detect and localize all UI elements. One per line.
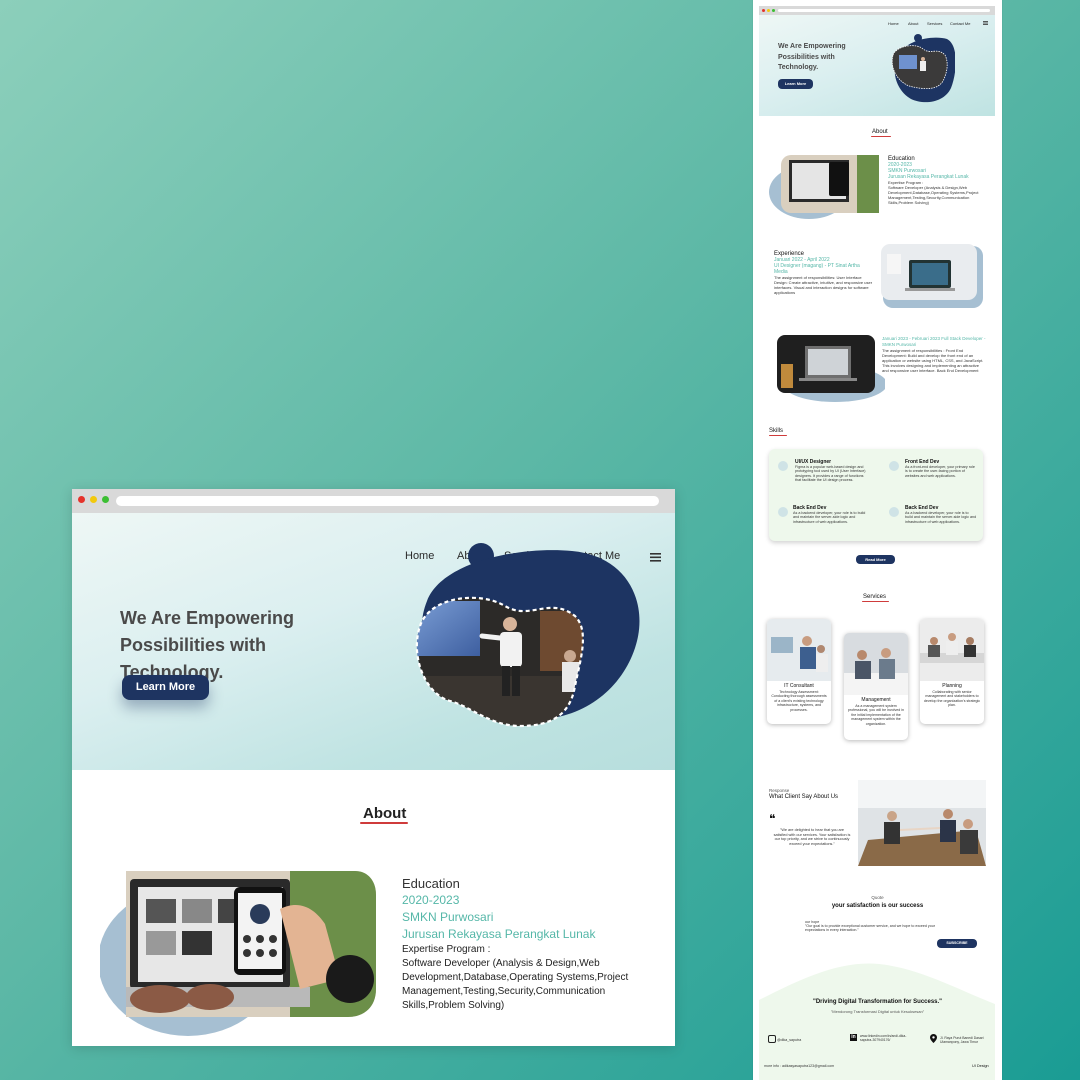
minimize-dot-icon[interactable] [90, 496, 97, 503]
skill-item: Front End Dev As a front-end developer, … [905, 459, 975, 478]
footer-brand: UI Design [972, 1064, 989, 1068]
education-years: 2020-2023 [402, 893, 460, 907]
address-bar[interactable] [116, 496, 659, 506]
hero-section: Home About Services Contact Me We Are Em… [72, 513, 675, 770]
education-label: Education [402, 876, 460, 891]
footer-background [759, 963, 995, 1080]
page-nav-contact[interactable]: Contact Me [950, 21, 970, 26]
page-skills-title: Skills [769, 428, 784, 434]
service-photo [767, 619, 831, 681]
skill-item: Back End Dev As a backend developer, you… [793, 505, 866, 524]
footer-address: Jl. Raya Purut Banedi Dasari Ulamanpony,… [940, 1036, 984, 1045]
page-education-info: Education 2020-2023 SMKN Purwosari Jurus… [888, 156, 979, 205]
read-more-button[interactable]: Read More [856, 555, 895, 564]
subscribe-button[interactable]: SUBSCRIBE [937, 939, 977, 948]
minimize-dot-icon[interactable] [767, 9, 770, 12]
page-experience2-photo [777, 335, 885, 402]
back-end-icon [889, 507, 899, 517]
education-program-text: Software Developer (Analysis & Design,We… [402, 958, 629, 1011]
testimonial-title: What Client Say About Us [769, 794, 839, 800]
service-photo [920, 619, 984, 681]
service-card[interactable]: Planning Collaborating with senior manag… [920, 619, 984, 724]
footer-subtagline: "Mendorong Transformasi Digital untuk Ke… [830, 1009, 925, 1014]
hero-illustration [415, 543, 640, 728]
footer-instagram[interactable]: @dika_saputra [777, 1037, 801, 1043]
skill-item: UI/UX Designer Figma is a popular web-ba… [795, 459, 866, 483]
maximize-dot-icon[interactable] [772, 9, 775, 12]
location-pin-icon [930, 1034, 937, 1043]
page-nav-home[interactable]: Home [888, 21, 899, 26]
quote-kicker: Quote [871, 895, 884, 900]
education-program-label: Expertise Program : [402, 944, 491, 955]
response-kicker: Response [769, 788, 790, 793]
page-browser-chrome [759, 6, 995, 15]
page-experience-info: Experience Januari 2022 - April 2022 UI … [774, 251, 873, 295]
linkedin-icon[interactable]: in [850, 1034, 857, 1041]
front-end-icon [889, 461, 899, 471]
close-dot-icon[interactable] [762, 9, 765, 12]
education-photo [100, 871, 376, 1036]
service-card[interactable]: Management As a management system profes… [844, 633, 908, 740]
page-nav-services[interactable]: Services [927, 21, 942, 26]
testimonial-text: "We are delighted to hear that you are s… [773, 828, 851, 846]
browser-chrome [72, 489, 675, 513]
service-card[interactable]: IT Consultant Technology Assessment: Con… [767, 619, 831, 724]
about-title: About [363, 805, 407, 822]
footer-email[interactable]: more info : adikasyasaputra123@gmail.com [764, 1063, 834, 1069]
close-dot-icon[interactable] [78, 496, 85, 503]
testimonial-photo [858, 780, 986, 866]
full-page-preview: Home About Services Contact Me We Are Em… [753, 0, 1002, 1080]
education-school: SMKN Purwosari [402, 910, 494, 924]
back-end-icon [778, 507, 788, 517]
page-services-title: Services [863, 594, 887, 600]
maximize-dot-icon[interactable] [102, 496, 109, 503]
address-bar[interactable] [778, 9, 990, 12]
hamburger-menu-icon[interactable] [650, 553, 661, 562]
about-title-underline [360, 822, 408, 824]
page-services-underline [862, 601, 889, 602]
page-about-underline [871, 136, 891, 137]
hero-title: We Are Empowering Possibilities with Tec… [120, 608, 295, 682]
ui-ux-icon [778, 461, 788, 471]
hamburger-menu-icon[interactable] [983, 21, 988, 25]
page-hero-illustration [891, 34, 955, 103]
page-experience-photo [881, 244, 983, 308]
page-hero-title: We Are Empowering Possibilities with Tec… [778, 43, 846, 71]
footer-tagline: "Driving Digital Transformation for Succ… [812, 999, 943, 1005]
quote-mark-icon: ❝ [769, 812, 776, 826]
quote-title: your satisfaction is our success [831, 903, 924, 909]
browser-preview: Home About Services Contact Me We Are Em… [72, 489, 675, 1046]
service-photo [844, 633, 908, 695]
quote-text: "Our goal is to provide exceptional cust… [805, 924, 935, 933]
education-info: Education 2020-2023 SMKN Purwosari Jurus… [402, 875, 652, 1013]
page-about-title: About [872, 129, 888, 135]
page-nav-about[interactable]: About [908, 21, 918, 26]
page-skills-underline [769, 435, 787, 436]
education-major: Jurusan Rekayasa Perangkat Lunak [402, 927, 596, 941]
instagram-icon[interactable] [768, 1035, 776, 1043]
page-education-photo [769, 155, 879, 219]
page-learn-more-button[interactable]: Learn More [778, 79, 813, 89]
footer-linkedin[interactable]: www.linkedin.com/in/andi-dika-saputra-30… [860, 1034, 915, 1042]
skill-item: Back End Dev As a backend developer, you… [905, 505, 977, 524]
page-experience2-info: Januari 2023 - Februari 2023 Full Stack … [882, 336, 986, 373]
learn-more-button[interactable]: Learn More [122, 675, 209, 700]
